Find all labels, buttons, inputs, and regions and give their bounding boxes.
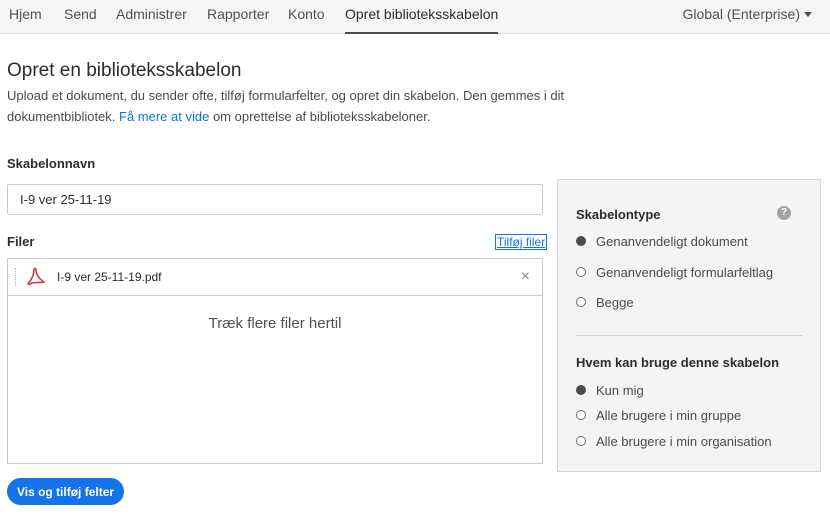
files-drop-zone[interactable]: I-9 ver 25-11-19.pdf × Træk flere filer … — [7, 258, 543, 464]
radio-button[interactable] — [576, 410, 586, 420]
radio-button[interactable] — [576, 236, 586, 246]
who-can-use-heading: Hvem kan bruge denne skabelon — [576, 355, 780, 370]
nav-tab-home[interactable]: Hjem — [9, 0, 42, 34]
drag-handle[interactable] — [15, 268, 16, 286]
page-description: Upload et dokument, du sender ofte, tilf… — [7, 85, 567, 127]
file-list-item[interactable]: I-9 ver 25-11-19.pdf × — [8, 259, 542, 296]
radio-all-users-in-group[interactable]: Alle brugere i min gruppe — [576, 405, 741, 425]
learn-more-link[interactable]: Få mere at vide — [119, 109, 209, 124]
top-navigation: Hjem Send Administrer Rapporter Konto Op… — [0, 0, 830, 34]
nav-tab-send[interactable]: Send — [64, 0, 97, 34]
page-title: Opret en biblioteksskabelon — [7, 60, 242, 81]
radio-button[interactable] — [576, 436, 586, 446]
nav-tab-create-library-template[interactable]: Opret biblioteksskabelon — [345, 0, 499, 34]
description-text-end: om oprettelse af biblioteksskabeloner. — [209, 109, 431, 124]
radio-label: Alle brugere i min organisation — [596, 433, 772, 449]
radio-label: Alle brugere i min gruppe — [596, 407, 742, 423]
template-name-label: Skabelonnavn — [7, 156, 96, 171]
radio-button[interactable] — [576, 297, 586, 307]
radio-label: Genanvendeligt formularfeltlag — [596, 264, 774, 280]
add-files-link[interactable]: Tilføj filer — [495, 234, 548, 250]
divider — [576, 335, 802, 336]
account-selector[interactable]: Global (Enterprise) — [682, 0, 812, 34]
radio-label: Genanvendeligt dokument — [596, 233, 748, 249]
radio-label: Kun mig — [596, 382, 644, 398]
radio-all-users-in-organization[interactable]: Alle brugere i min organisation — [576, 431, 772, 451]
radio-only-me[interactable]: Kun mig — [576, 380, 644, 400]
close-icon[interactable]: × — [521, 259, 530, 295]
radio-button[interactable] — [576, 267, 586, 277]
file-name: I-9 ver 25-11-19.pdf — [57, 270, 162, 284]
radio-button[interactable] — [576, 385, 586, 395]
preview-add-fields-button[interactable]: Vis og tilføj felter — [7, 478, 124, 505]
nav-tab-reports[interactable]: Rapporter — [207, 0, 269, 34]
radio-label: Begge — [596, 294, 634, 310]
nav-tab-manage[interactable]: Administrer — [116, 0, 187, 34]
pdf-icon — [27, 267, 45, 286]
radio-reusable-form-field-layer[interactable]: Genanvendeligt formularfeltlag — [576, 262, 773, 282]
template-options-panel: Skabelontype ? Genanvendeligt dokument G… — [557, 179, 821, 472]
template-name-input[interactable] — [7, 184, 543, 215]
radio-both[interactable]: Begge — [576, 292, 634, 312]
help-icon[interactable]: ? — [777, 206, 791, 220]
files-label: Filer — [7, 234, 35, 249]
drop-zone-hint: Træk flere filer hertil — [208, 315, 342, 332]
nav-tab-account[interactable]: Konto — [288, 0, 325, 34]
radio-reusable-document[interactable]: Genanvendeligt dokument — [576, 231, 748, 251]
template-type-heading: Skabelontype — [576, 207, 661, 222]
account-selector-label: Global (Enterprise) — [682, 6, 801, 22]
chevron-down-icon — [804, 11, 812, 17]
